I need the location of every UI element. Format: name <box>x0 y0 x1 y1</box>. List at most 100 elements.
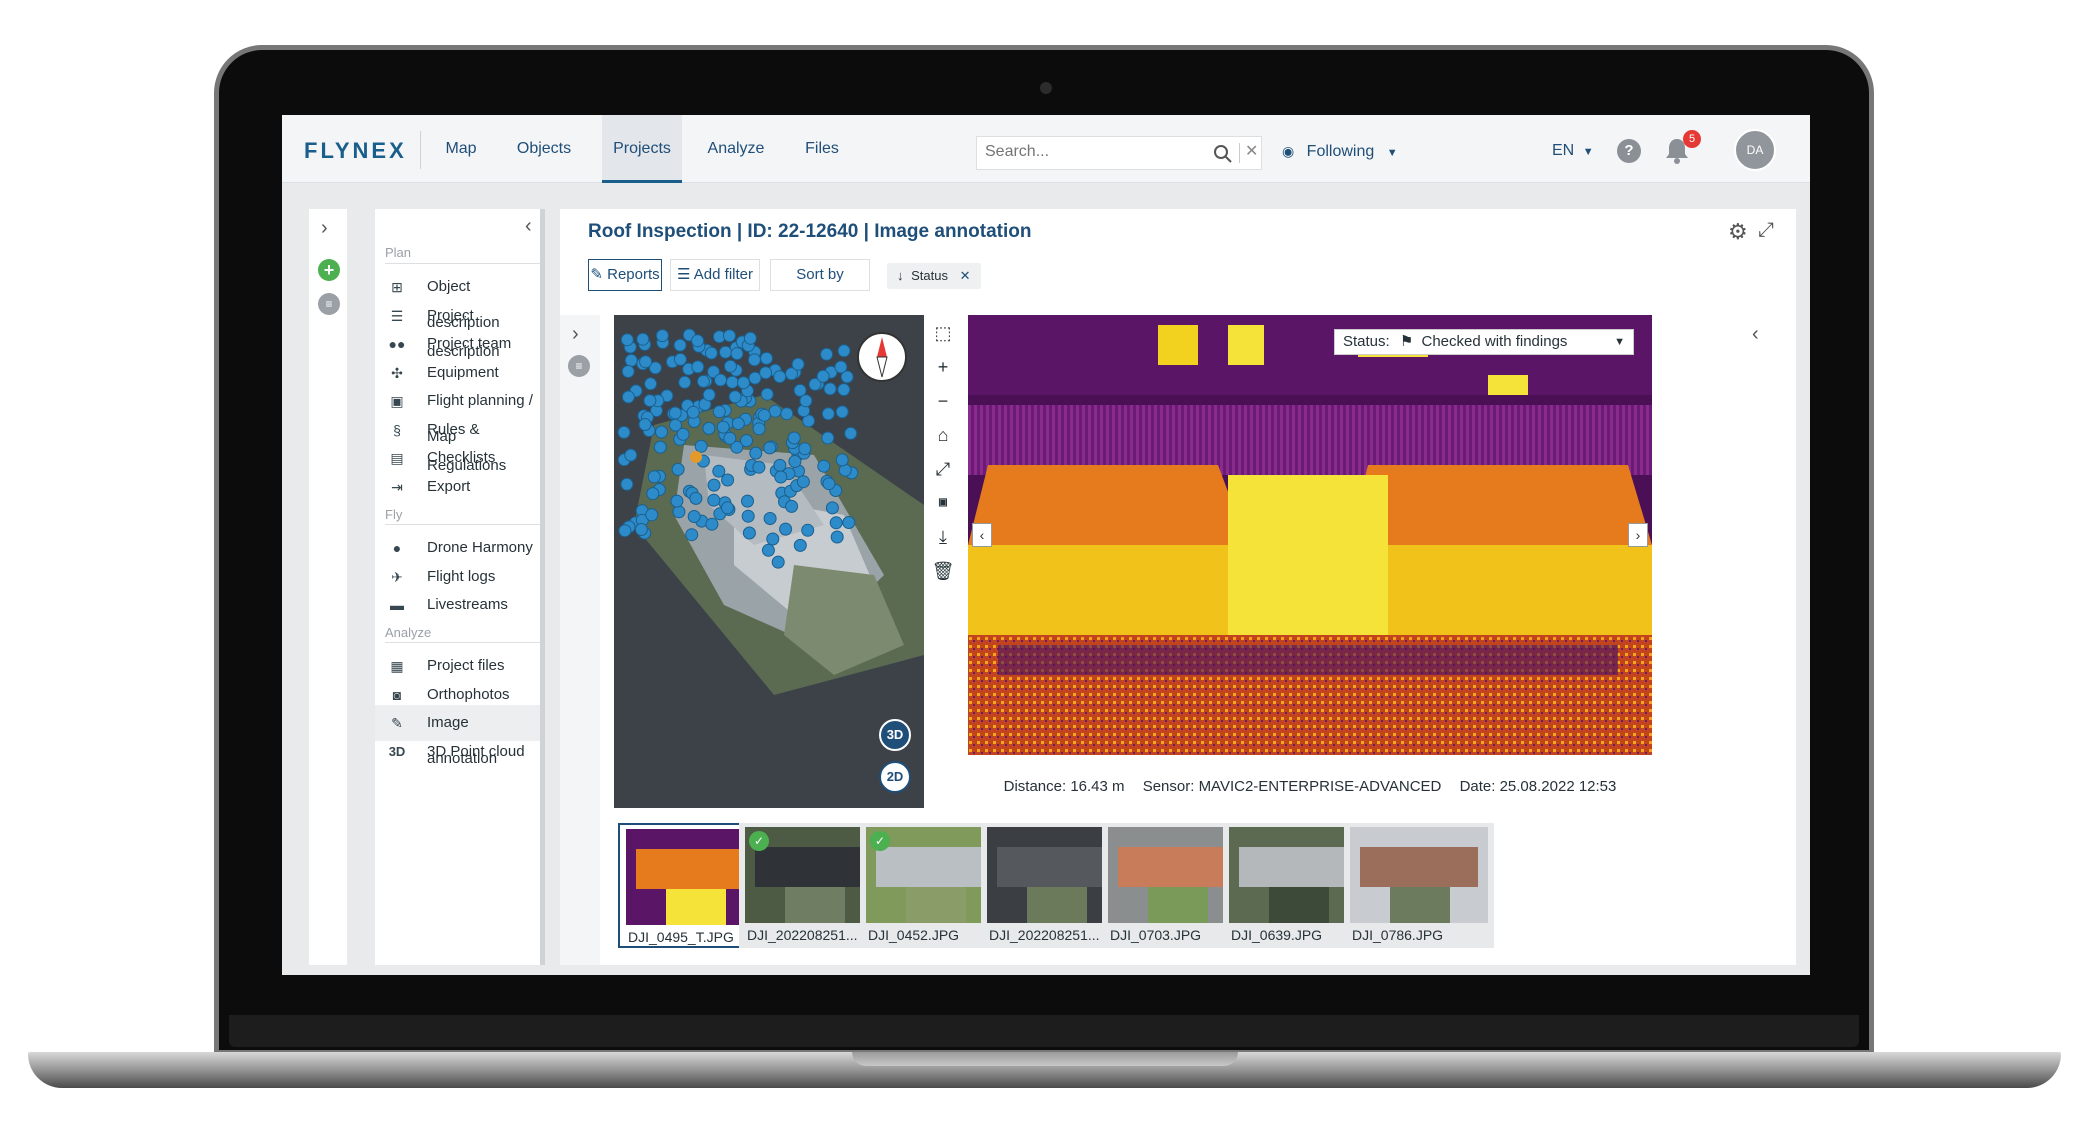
search-input[interactable] <box>985 143 1205 161</box>
user-avatar[interactable]: DA <box>1734 129 1776 171</box>
gear-icon[interactable]: ⚙ <box>1728 219 1748 245</box>
list-icon: ☰ <box>390 308 404 324</box>
point-cloud-image <box>614 315 924 808</box>
viewer-left-rail: › ≡ <box>560 315 600 965</box>
camera-icon: ◙ <box>392 687 402 703</box>
pencil-icon: ✎ <box>590 266 603 283</box>
chevron-right-icon[interactable]: › <box>572 323 579 346</box>
sidebar-item-livestreams[interactable]: ▬ Livestreams <box>375 587 540 623</box>
export-icon: ⇥ <box>391 479 403 495</box>
status-chip-label: Status <box>911 268 948 283</box>
status-filter-chip[interactable]: ↓ Status ✕ <box>887 263 981 289</box>
nav-projects[interactable]: Projects <box>602 115 682 183</box>
nav-analyze[interactable]: Analyze <box>696 115 776 183</box>
clipboard-icon: ▤ <box>390 450 404 466</box>
sidebar-item-export[interactable]: ⇥ Export <box>375 469 540 505</box>
section-plan: Plan <box>385 245 412 260</box>
fit-screen-icon[interactable]: ⤢ <box>931 457 955 481</box>
previous-image-icon[interactable]: ‹ <box>972 523 992 547</box>
caret-down-icon: ▼ <box>1582 146 1594 158</box>
laptop-bezel <box>229 1015 1859 1047</box>
circle-icon: ● <box>392 540 402 556</box>
thumbnail-caption: DJI_0639.JPG <box>1231 927 1323 943</box>
sidebar-item-point-cloud[interactable]: 3D 3D Point cloud <box>375 734 540 770</box>
date-text: Date: 25.08.2022 12:53 <box>1459 778 1617 795</box>
add-icon[interactable]: + <box>318 259 340 281</box>
section-fly: Fly <box>385 507 403 522</box>
next-image-icon[interactable]: › <box>1628 523 1648 547</box>
flynex-logo[interactable]: FLYNEX <box>304 138 407 164</box>
nav-map[interactable]: Map <box>432 115 490 183</box>
remove-chip-icon[interactable]: ✕ <box>960 268 971 283</box>
thumbnail-caption: DJI_202208251... <box>989 927 1100 943</box>
language-label: EN <box>1552 142 1575 159</box>
language-selector[interactable]: EN ▼ <box>1552 142 1594 160</box>
arrow-down-icon: ↓ <box>897 268 904 283</box>
section-analyze: Analyze <box>385 625 432 640</box>
laptop-notch <box>852 1052 1238 1066</box>
app-screen: FLYNEX Map Objects Projects Analyze File… <box>282 115 1810 975</box>
nav-objects[interactable]: Objects <box>504 115 584 183</box>
sort-by-button[interactable]: Sort by <box>770 259 870 291</box>
object-tree-icon: ⊞ <box>391 279 403 295</box>
chevron-left-icon[interactable]: ‹ <box>1752 323 1759 346</box>
thumbnail-caption: DJI_0786.JPG <box>1352 927 1444 943</box>
delete-icon[interactable]: 🗑 <box>931 559 955 583</box>
paragraph-icon: § <box>393 422 401 438</box>
download-icon[interactable]: ⤓ <box>931 525 955 549</box>
sidebar-item-label: Export <box>427 478 471 495</box>
divider <box>420 131 421 169</box>
drone-icon: ✣ <box>391 365 403 381</box>
flag-icon: ⚑ <box>1399 333 1414 350</box>
live-icon: ▬ <box>390 597 404 613</box>
view-2d-button[interactable]: 2D <box>879 761 911 793</box>
divider <box>385 524 540 525</box>
help-icon[interactable]: ? <box>1617 139 1641 163</box>
thermal-image <box>968 315 1652 755</box>
annotation-toolbar: ⬚ + − ⌂ ⤢ ▣ ⤓ 🗑 <box>928 315 958 808</box>
thumbnail-item[interactable]: DJI_0786.JPG <box>1344 823 1494 948</box>
zoom-out-icon[interactable]: − <box>931 389 955 413</box>
list-circle-icon[interactable]: ≡ <box>318 293 340 315</box>
thermal-image-viewer[interactable]: Status: ⚑ Checked with findings ▼ ‹ › <box>968 315 1652 755</box>
distance-text: Distance: 16.43 m <box>1003 778 1125 795</box>
checked-icon: ✓ <box>749 831 769 851</box>
zoom-in-icon[interactable]: + <box>931 355 955 379</box>
search-box: ✕ <box>976 136 1262 170</box>
checked-icon: ✓ <box>870 831 890 851</box>
annotate-icon: ✎ <box>391 715 403 731</box>
view-3d-button[interactable]: 3D <box>879 719 911 751</box>
search-icon[interactable] <box>1213 144 1233 164</box>
page-title: Roof Inspection | ID: 22-12640 | Image a… <box>588 221 1032 242</box>
nav-files[interactable]: Files <box>790 115 854 183</box>
reports-label: Reports <box>607 266 660 283</box>
divider <box>385 642 540 643</box>
clear-icon[interactable]: ✕ <box>1245 141 1258 161</box>
home-icon[interactable]: ⌂ <box>931 423 955 447</box>
thumbnail-caption: DJI_0452.JPG <box>868 927 960 943</box>
following-label: Following <box>1306 143 1375 160</box>
hd-icon[interactable]: ▣ <box>931 491 955 515</box>
files-icon: ▦ <box>390 658 404 674</box>
top-navigation-bar: FLYNEX Map Objects Projects Analyze File… <box>282 115 1810 183</box>
list-circle-icon[interactable]: ≡ <box>568 355 590 377</box>
following-dropdown[interactable]: ◉ Following ▼ <box>1282 143 1398 161</box>
fullscreen-icon[interactable]: ⤢ <box>1758 219 1774 242</box>
point-cloud-map[interactable]: 3D 2D <box>614 315 924 808</box>
reports-button[interactable]: ✎ Reports <box>588 259 662 291</box>
chevron-left-icon[interactable]: ‹ <box>525 215 532 238</box>
add-filter-button[interactable]: ☰ Add filter <box>670 259 760 291</box>
notification-badge: 5 <box>1683 130 1701 148</box>
thumbnail-caption: DJI_0703.JPG <box>1110 927 1202 943</box>
chevron-right-icon[interactable]: › <box>321 217 328 240</box>
caret-down-icon: ▼ <box>1386 147 1398 159</box>
sensor-text: Sensor: MAVIC2-ENTERPRISE-ADVANCED <box>1142 778 1442 795</box>
map-plan-icon: ▣ <box>390 393 404 409</box>
rectangle-select-icon[interactable]: ⬚ <box>931 321 955 345</box>
status-dropdown[interactable]: Status: ⚑ Checked with findings ▼ <box>1334 329 1634 355</box>
status-label: Status: <box>1343 333 1390 350</box>
left-rail: › + ≡ <box>309 209 347 965</box>
image-metadata: Distance: 16.43 m Sensor: MAVIC2-ENTERPR… <box>968 778 1652 795</box>
3d-icon: 3D <box>388 744 406 759</box>
main-content: Roof Inspection | ID: 22-12640 | Image a… <box>560 209 1796 965</box>
